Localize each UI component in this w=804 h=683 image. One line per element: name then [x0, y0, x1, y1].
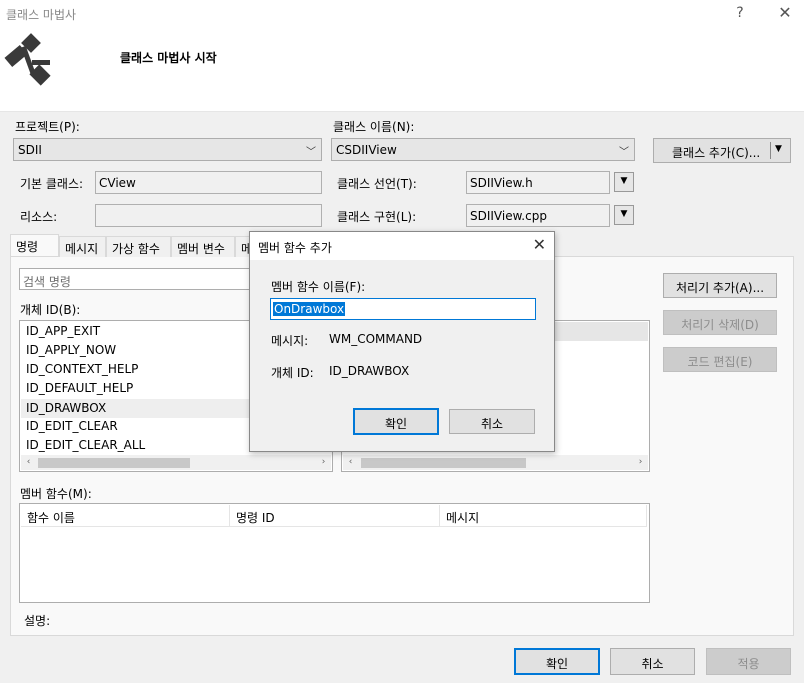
- scroll-thumb[interactable]: [361, 458, 526, 468]
- dialog-message-label: 메시지:: [271, 334, 309, 348]
- list-item[interactable]: ID_APPLY_NOW: [26, 343, 116, 357]
- list-item[interactable]: ID_APP_EXIT: [26, 324, 100, 338]
- add-class-label: 클래스 추가(C)...: [672, 146, 761, 160]
- project-label: 프로젝트(P):: [15, 120, 80, 134]
- column-header-command-id[interactable]: 명령 ID: [230, 505, 440, 527]
- column-header-message[interactable]: 메시지: [440, 505, 647, 527]
- column-header-function-name[interactable]: 함수 이름: [21, 505, 230, 527]
- tab-virtual-functions[interactable]: 가상 함수: [106, 236, 171, 257]
- member-function-name-input[interactable]: OnDrawbox: [270, 298, 536, 320]
- split-divider: [770, 142, 771, 159]
- project-combo[interactable]: SDII ﹀: [13, 138, 322, 161]
- help-button[interactable]: ?: [730, 2, 750, 24]
- close-button[interactable]: ✕: [774, 2, 796, 24]
- scroll-thumb[interactable]: [38, 458, 190, 468]
- cancel-button[interactable]: 취소: [610, 648, 695, 675]
- class-declaration-field: SDIIView.h: [466, 171, 610, 194]
- chevron-down-icon: ﹀: [619, 147, 629, 158]
- class-name-combo[interactable]: CSDIIView ﹀: [331, 138, 635, 161]
- list-item[interactable]: ID_EDIT_CLEAR: [26, 419, 118, 433]
- class-implementation-value: SDIIView.cpp: [470, 209, 547, 223]
- chevron-down-icon[interactable]: ▼: [775, 144, 782, 154]
- close-icon[interactable]: ✕: [533, 235, 546, 254]
- wizard-header: [0, 28, 804, 112]
- search-placeholder: 검색 명령: [23, 275, 71, 289]
- delete-handler-button[interactable]: 처리기 삭제(D): [663, 310, 777, 335]
- list-item[interactable]: ID_EDIT_CLEAR_ALL: [26, 438, 145, 452]
- title-bar: [0, 0, 804, 28]
- base-class-field: CView: [95, 171, 322, 194]
- list-item[interactable]: ID_CONTEXT_HELP: [26, 362, 138, 376]
- wizard-heading: 클래스 마법사 시작: [120, 51, 217, 65]
- dialog-cancel-button[interactable]: 취소: [449, 409, 535, 434]
- list-item-selected[interactable]: ID_DRAWBOX: [21, 399, 249, 418]
- tab-commands[interactable]: 명령: [10, 234, 59, 256]
- base-class-value: CView: [99, 176, 136, 190]
- arrow-right-icon[interactable]: ›: [316, 455, 331, 470]
- class-name-value: CSDIIView: [336, 143, 397, 157]
- resource-label: 리소스:: [20, 210, 58, 224]
- search-input[interactable]: 검색 명령: [19, 268, 257, 290]
- apply-button[interactable]: 적용: [706, 648, 791, 675]
- class-implementation-label: 클래스 구현(L):: [337, 210, 417, 224]
- dialog-object-id-label: 개체 ID:: [271, 366, 314, 380]
- object-ids-label: 개체 ID(B):: [20, 303, 81, 317]
- window-title: 클래스 마법사: [6, 8, 77, 22]
- chevron-down-icon[interactable]: ▼: [614, 205, 634, 225]
- base-class-label: 기본 클래스:: [20, 177, 84, 191]
- class-wizard-logo-icon: [2, 30, 62, 90]
- add-class-button[interactable]: 클래스 추가(C)... ▼: [653, 138, 791, 163]
- description-label: 설명:: [24, 614, 51, 628]
- chevron-down-icon: ﹀: [306, 147, 316, 158]
- member-functions-label: 멤버 함수(M):: [20, 487, 92, 501]
- arrow-right-icon[interactable]: ›: [633, 455, 648, 470]
- dialog-ok-button[interactable]: 확인: [353, 408, 439, 435]
- dialog-title-bar: 멤버 함수 추가 ✕: [250, 232, 554, 260]
- tab-member-variables[interactable]: 멤버 변수: [171, 236, 235, 257]
- class-declaration-value: SDIIView.h: [470, 176, 533, 190]
- add-member-function-dialog: 멤버 함수 추가 ✕ 멤버 함수 이름(F): OnDrawbox 메시지: W…: [249, 231, 555, 452]
- class-name-label: 클래스 이름(N):: [333, 120, 415, 134]
- dialog-title: 멤버 함수 추가: [258, 241, 332, 255]
- dialog-object-id-value: ID_DRAWBOX: [329, 364, 410, 378]
- project-value: SDII: [18, 143, 42, 157]
- add-handler-button[interactable]: 처리기 추가(A)...: [663, 273, 777, 298]
- class-declaration-label: 클래스 선언(T):: [337, 177, 417, 191]
- member-function-name-label: 멤버 함수 이름(F):: [271, 280, 366, 294]
- resource-field: [95, 204, 322, 227]
- horizontal-scrollbar[interactable]: ‹ ›: [343, 455, 648, 470]
- tab-messages[interactable]: 메시지: [59, 236, 106, 257]
- arrow-left-icon[interactable]: ‹: [343, 455, 358, 470]
- member-functions-grid[interactable]: 함수 이름 명령 ID 메시지: [19, 503, 650, 603]
- list-item[interactable]: ID_DEFAULT_HELP: [26, 381, 133, 395]
- dialog-message-value: WM_COMMAND: [329, 332, 423, 346]
- ok-button[interactable]: 확인: [514, 648, 600, 675]
- horizontal-scrollbar[interactable]: ‹ ›: [21, 455, 331, 470]
- chevron-down-icon[interactable]: ▼: [614, 172, 634, 192]
- edit-code-button[interactable]: 코드 편집(E): [663, 347, 777, 372]
- class-implementation-field: SDIIView.cpp: [466, 204, 610, 227]
- member-function-name-value: OnDrawbox: [273, 302, 346, 316]
- arrow-left-icon[interactable]: ‹: [21, 455, 36, 470]
